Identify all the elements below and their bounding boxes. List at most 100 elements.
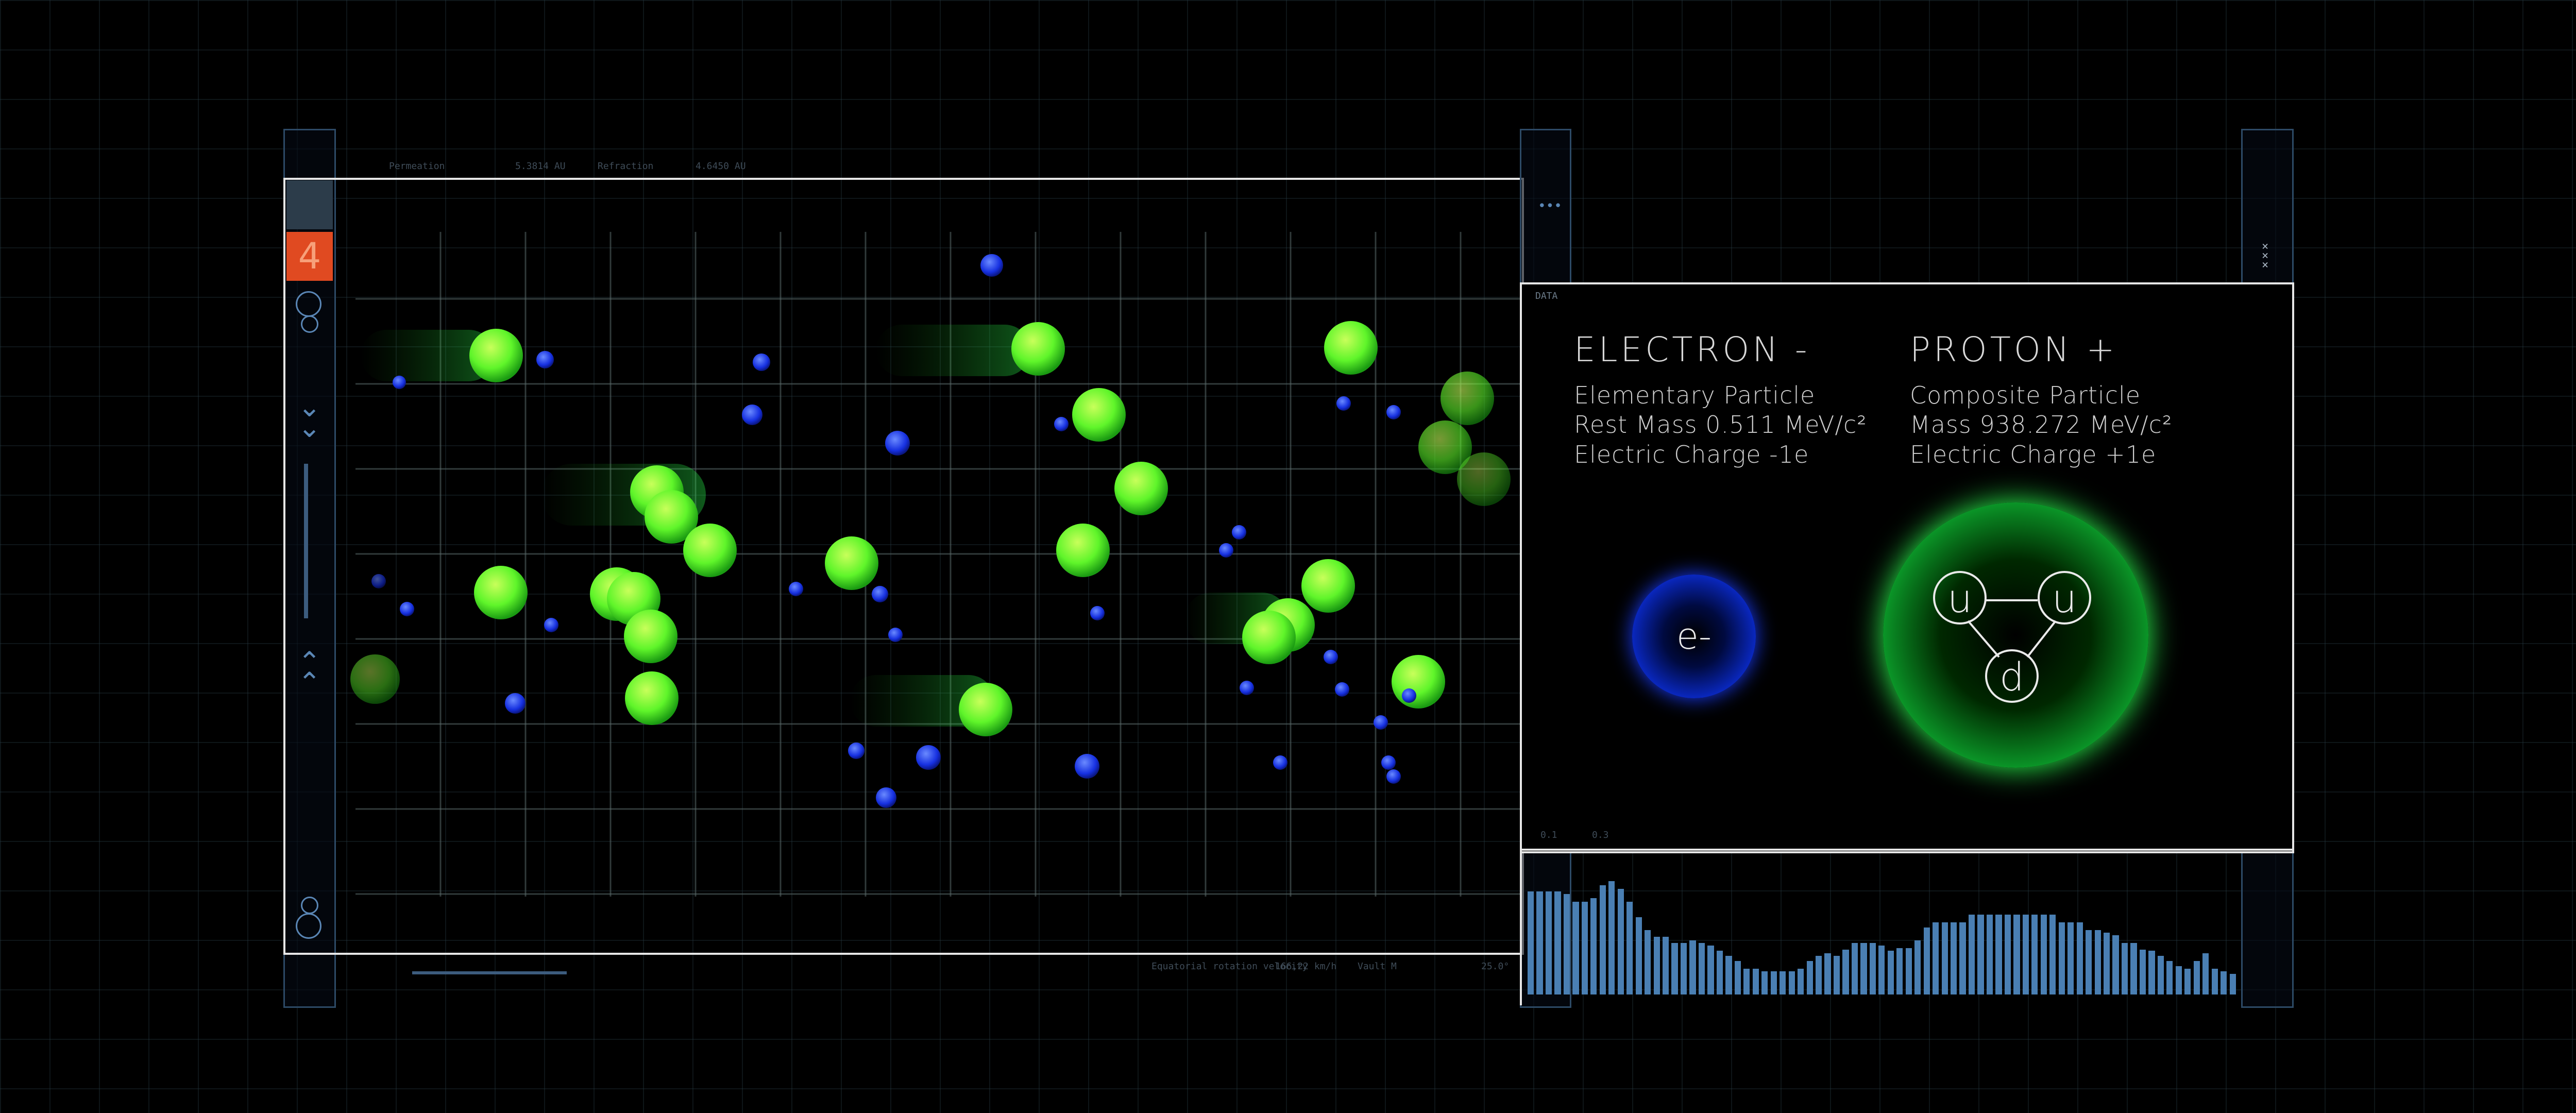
histogram-bar xyxy=(1933,922,1939,994)
histogram-bar xyxy=(1905,948,1912,994)
proton-mass: Mass 938.272 MeV/c² xyxy=(1910,411,2173,439)
histogram-bar xyxy=(1725,956,1732,994)
histogram-bar xyxy=(2086,930,2092,994)
histogram-bar xyxy=(2229,974,2236,994)
histogram-bar xyxy=(1878,946,1885,994)
histogram-bar xyxy=(2103,933,2110,994)
electron-mass: Rest Mass 0.511 MeV/c² xyxy=(1574,411,1867,439)
electron-diagram: e- xyxy=(1632,575,1756,698)
histogram-bar xyxy=(1680,943,1687,994)
histogram-bar xyxy=(1545,891,1552,994)
histogram-bar xyxy=(1788,971,1795,994)
proton-charge: Electric Charge +1e xyxy=(1910,441,2157,468)
histogram-bar xyxy=(1806,961,1813,994)
histogram-bar xyxy=(1716,951,1723,994)
histogram-bar xyxy=(1752,969,1759,994)
histogram-bar xyxy=(2184,969,2191,994)
histogram-bar xyxy=(1554,891,1561,994)
histogram-bar xyxy=(1743,969,1750,994)
histogram-bar xyxy=(1986,915,1993,994)
histogram-bar xyxy=(2166,961,2173,994)
histogram-bar xyxy=(1671,943,1678,994)
quark-bonds xyxy=(1967,599,2057,658)
histogram-bar xyxy=(1663,936,1669,994)
histogram-bar xyxy=(1563,894,1570,994)
electron-type: Elementary Particle xyxy=(1574,381,1816,409)
histogram-bar xyxy=(1707,946,1714,994)
histogram-bar xyxy=(1951,922,1957,994)
histogram-bar xyxy=(1653,936,1660,994)
histogram-bar xyxy=(2049,915,2056,994)
histogram-bar xyxy=(1617,889,1624,994)
histogram-bar xyxy=(1780,971,1786,994)
histogram-bar xyxy=(1869,943,1876,994)
menu-dots-icon[interactable]: ••• xyxy=(1538,198,1562,214)
histogram-bar xyxy=(2211,969,2218,994)
histogram-bar xyxy=(2175,966,2182,994)
histogram-bar xyxy=(2193,961,2200,994)
data-panel-tick-1: 0.1 xyxy=(1540,830,1557,840)
proton-title: PROTON + xyxy=(1910,330,2118,369)
histogram-bar xyxy=(2139,949,2146,994)
histogram-bar xyxy=(2112,935,2119,994)
histogram-bar xyxy=(1923,927,1930,994)
electron-symbol: e- xyxy=(1676,615,1712,657)
histogram-bar xyxy=(2148,951,2155,994)
histogram-bar xyxy=(1635,917,1642,994)
histogram-bar xyxy=(1689,940,1696,994)
histogram-bar xyxy=(1536,891,1543,994)
histogram-bar xyxy=(2121,943,2128,994)
histogram-bar xyxy=(1851,943,1858,994)
histogram-bar xyxy=(1887,951,1894,994)
histogram-bar xyxy=(2013,915,2020,994)
histogram-bar xyxy=(2094,930,2101,994)
up-quark-1: u xyxy=(1933,571,1987,625)
proton-diagram: u u d xyxy=(1883,502,2148,768)
histogram xyxy=(1528,866,2239,994)
histogram-bar xyxy=(2067,922,2074,994)
histogram-bar xyxy=(1959,922,1966,994)
histogram-bar xyxy=(1995,915,2002,994)
histogram-bar xyxy=(2130,943,2137,994)
histogram-bar xyxy=(2040,915,2047,994)
histogram-bar xyxy=(1608,881,1615,994)
proton-trails xyxy=(361,325,1288,727)
histogram-bar xyxy=(1968,915,1975,994)
histogram-bar xyxy=(2004,915,2011,994)
histogram-bar xyxy=(1599,885,1606,994)
proton-type: Composite Particle xyxy=(1910,381,2141,409)
histogram-bar xyxy=(1581,902,1588,994)
histogram-bar xyxy=(1896,948,1903,994)
histogram-bar xyxy=(1941,922,1948,994)
histogram-bar xyxy=(1815,956,1822,994)
up-quark-2: u xyxy=(2038,571,2091,625)
electron-charge: Electric Charge -1e xyxy=(1574,441,1809,468)
down-quark: d xyxy=(1985,649,2039,703)
histogram-bar xyxy=(1590,898,1597,994)
histogram-bar xyxy=(1833,956,1840,994)
histogram-bar xyxy=(2058,922,2065,994)
data-panel-tick-2: 0.3 xyxy=(1592,830,1609,840)
histogram-bar xyxy=(1770,971,1777,994)
histogram-bar xyxy=(1626,902,1633,994)
histogram-bar xyxy=(1824,953,1831,994)
histogram-bar xyxy=(1842,949,1849,994)
histogram-bar xyxy=(1977,915,1984,994)
histogram-bar xyxy=(1734,961,1741,994)
electron-title: ELECTRON - xyxy=(1574,330,1810,369)
histogram-bar xyxy=(2157,956,2164,994)
histogram-bar xyxy=(2031,915,2038,994)
histogram-bar xyxy=(2221,971,2227,994)
close-icon[interactable]: × × × xyxy=(2262,241,2268,271)
data-panel-header: DATA xyxy=(1535,291,1558,301)
histogram-bar xyxy=(1698,943,1705,994)
histogram-bar xyxy=(1645,930,1651,994)
histogram-bar xyxy=(1914,940,1921,994)
histogram-bar xyxy=(1572,902,1579,994)
histogram-bar xyxy=(1798,969,1804,994)
histogram-bar xyxy=(1860,943,1867,994)
histogram-bar xyxy=(2022,915,2029,994)
histogram-bar xyxy=(1761,971,1768,994)
histogram-bar xyxy=(2076,922,2083,994)
histogram-bar xyxy=(1528,891,1534,994)
